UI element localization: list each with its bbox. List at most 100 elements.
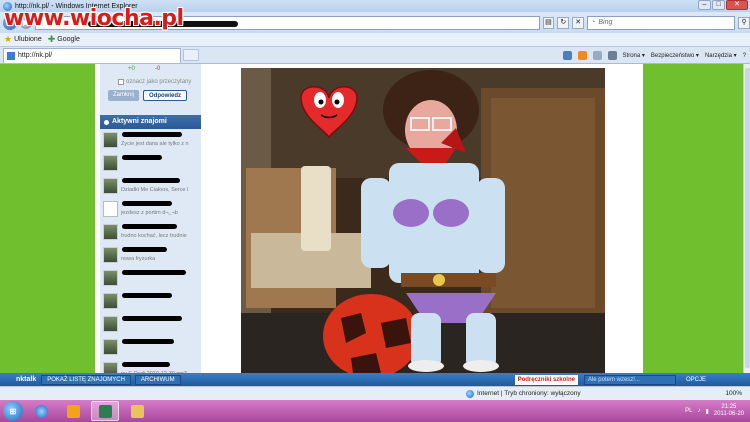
page-scrollbar[interactable] <box>743 64 750 373</box>
friend-avatar[interactable] <box>103 155 118 171</box>
ie-icon <box>34 404 48 418</box>
friend-avatar[interactable] <box>103 362 118 373</box>
safety-menu[interactable]: Bezpieczeństwo ▾ <box>651 52 699 59</box>
tab-row: http://nk.pl/ Strona ▾ Bezpieczeństwo ▾ … <box>0 47 750 64</box>
google-label: Google <box>57 36 80 43</box>
censored-name-scribble <box>122 362 170 367</box>
friend-status: jezdesz z portim d¬_¬b <box>121 210 178 216</box>
internet-zone-icon <box>466 389 474 398</box>
nk-favicon-icon <box>7 51 15 60</box>
promo-badge[interactable]: Podręczniki szkolne <box>514 374 578 385</box>
friend-item[interactable] <box>100 290 201 313</box>
google-link[interactable]: ✚ Google <box>48 34 80 45</box>
add-favorite-icon: ✚ <box>47 34 56 44</box>
friend-item[interactable]: Dziadki Me Ciałoos, Serce I <box>100 175 201 198</box>
start-button[interactable]: ⊞ <box>3 401 23 421</box>
censored-name-scribble <box>122 224 177 229</box>
clock[interactable]: 21:25 2011-06-20 <box>714 404 744 418</box>
clock-time: 21:25 <box>721 404 737 410</box>
media-player-icon <box>66 404 80 418</box>
rss-icon[interactable] <box>577 51 587 60</box>
nktalk-bar: nktalk POKAŻ LISTĘ ZNAJOMYCH ARCHIWUM Po… <box>0 373 750 386</box>
child-costume-photo <box>241 68 605 373</box>
search-go-icon[interactable]: ⚲ <box>738 16 750 29</box>
language-indicator[interactable]: PL <box>685 408 692 414</box>
friend-avatar[interactable] <box>103 178 118 194</box>
search-placeholder: Bing <box>598 19 613 26</box>
volume-icon[interactable]: ♪ <box>697 408 700 414</box>
friend-avatar[interactable] <box>103 270 118 286</box>
scrollbar-thumb[interactable] <box>745 68 750 368</box>
friend-avatar[interactable] <box>103 132 118 148</box>
help-menu[interactable]: ? <box>743 53 746 59</box>
mark-read-row[interactable]: oznacz jako przeczytany <box>100 72 201 85</box>
friend-list: Życie jest dana ale tylko z n Dziadki Me … <box>100 129 201 373</box>
nktalk-logo: nktalk <box>16 376 37 383</box>
friend-avatar[interactable] <box>103 316 118 332</box>
options-button[interactable]: OPCJE <box>686 377 706 383</box>
vote-up[interactable]: +0 <box>128 66 135 72</box>
close-message-button[interactable]: Zamknij <box>108 90 140 101</box>
friend-item[interactable] <box>100 313 201 336</box>
friend-avatar[interactable] <box>103 201 118 217</box>
close-button[interactable]: ✕ <box>726 0 748 10</box>
tab-nk[interactable]: http://nk.pl/ <box>3 47 181 63</box>
tools-menu[interactable]: Narzędzia ▾ <box>705 52 737 59</box>
friend-avatar[interactable] <box>103 339 118 355</box>
search-input[interactable]: ◔ Bing <box>587 15 736 30</box>
refresh-icon[interactable]: ↻ <box>557 16 570 29</box>
mark-read-checkbox[interactable] <box>118 79 124 85</box>
stop-icon[interactable]: ✕ <box>572 16 585 29</box>
censored-name-scribble <box>122 132 182 137</box>
censored-name-scribble <box>122 293 172 298</box>
security-zone-text: Internet | Tryb chroniony: wyłączony <box>477 390 581 397</box>
friend-item[interactable]: jezdesz z portim d¬_¬b <box>100 198 201 221</box>
favorites-button[interactable]: ★ Ulubione <box>4 34 42 45</box>
folder-icon <box>130 404 144 418</box>
censored-name-scribble <box>122 155 162 160</box>
monitor-icon <box>98 404 112 418</box>
archive-button[interactable]: ARCHIWUM <box>134 374 181 385</box>
friend-item[interactable]: trudno kochać, lecz trudnie <box>100 221 201 244</box>
maximize-button[interactable]: □ <box>712 0 725 10</box>
friend-avatar[interactable] <box>103 293 118 309</box>
friend-item[interactable]: nowa fryzurka <box>100 244 201 267</box>
new-tab-button[interactable] <box>183 49 199 61</box>
window-controls: – □ ✕ <box>698 0 748 10</box>
print-icon[interactable] <box>607 51 617 60</box>
friend-avatar[interactable] <box>103 224 118 240</box>
active-friends-header[interactable]: Aktywni znajomi <box>100 115 201 129</box>
minimize-button[interactable]: – <box>698 0 711 10</box>
friend-status: trudno kochać, lecz trudnie <box>121 233 187 239</box>
censored-name-scribble <box>122 316 182 321</box>
taskbar-ie[interactable] <box>27 401 55 421</box>
vote-down[interactable]: -0 <box>155 66 160 72</box>
home-icon[interactable] <box>562 51 572 60</box>
compatibility-icon[interactable]: ▤ <box>542 16 555 29</box>
friend-item[interactable]: ny E-Dedi 2010-12-30.mp3 <box>100 359 201 373</box>
network-icon[interactable]: ▮ <box>705 408 708 415</box>
zoom-level[interactable]: 100% <box>725 390 742 397</box>
bing-icon: ◔ <box>591 19 596 26</box>
friend-item[interactable] <box>100 267 201 290</box>
nktalk-status-input[interactable]: Ale potem wzesz!... <box>583 374 676 385</box>
reply-button[interactable]: Odpowiedz <box>143 90 188 101</box>
friend-item[interactable]: Życie jest dana ale tylko z n <box>100 129 201 152</box>
friend-item[interactable] <box>100 152 201 175</box>
active-friends-title: Aktywni znajomi <box>112 118 167 125</box>
censored-name-scribble <box>122 339 174 344</box>
taskbar-folder[interactable] <box>123 401 151 421</box>
show-friends-list-button[interactable]: POKAŻ LISTĘ ZNAJOMYCH <box>41 374 131 385</box>
page-menu[interactable]: Strona ▾ <box>623 52 645 59</box>
favorites-label: Ulubione <box>14 36 42 43</box>
friend-avatar[interactable] <box>103 247 118 263</box>
censored-name-scribble <box>122 201 172 206</box>
photo-illustration <box>241 68 605 373</box>
vote-row: +0 -0 <box>100 64 201 72</box>
tab-title: http://nk.pl/ <box>18 52 53 59</box>
system-tray: PL ♪ ▮ 21:25 2011-06-20 <box>685 404 750 418</box>
friend-item[interactable] <box>100 336 201 359</box>
mail-icon[interactable] <box>592 51 602 60</box>
taskbar-browser-active[interactable] <box>91 401 119 421</box>
taskbar-media[interactable] <box>59 401 87 421</box>
